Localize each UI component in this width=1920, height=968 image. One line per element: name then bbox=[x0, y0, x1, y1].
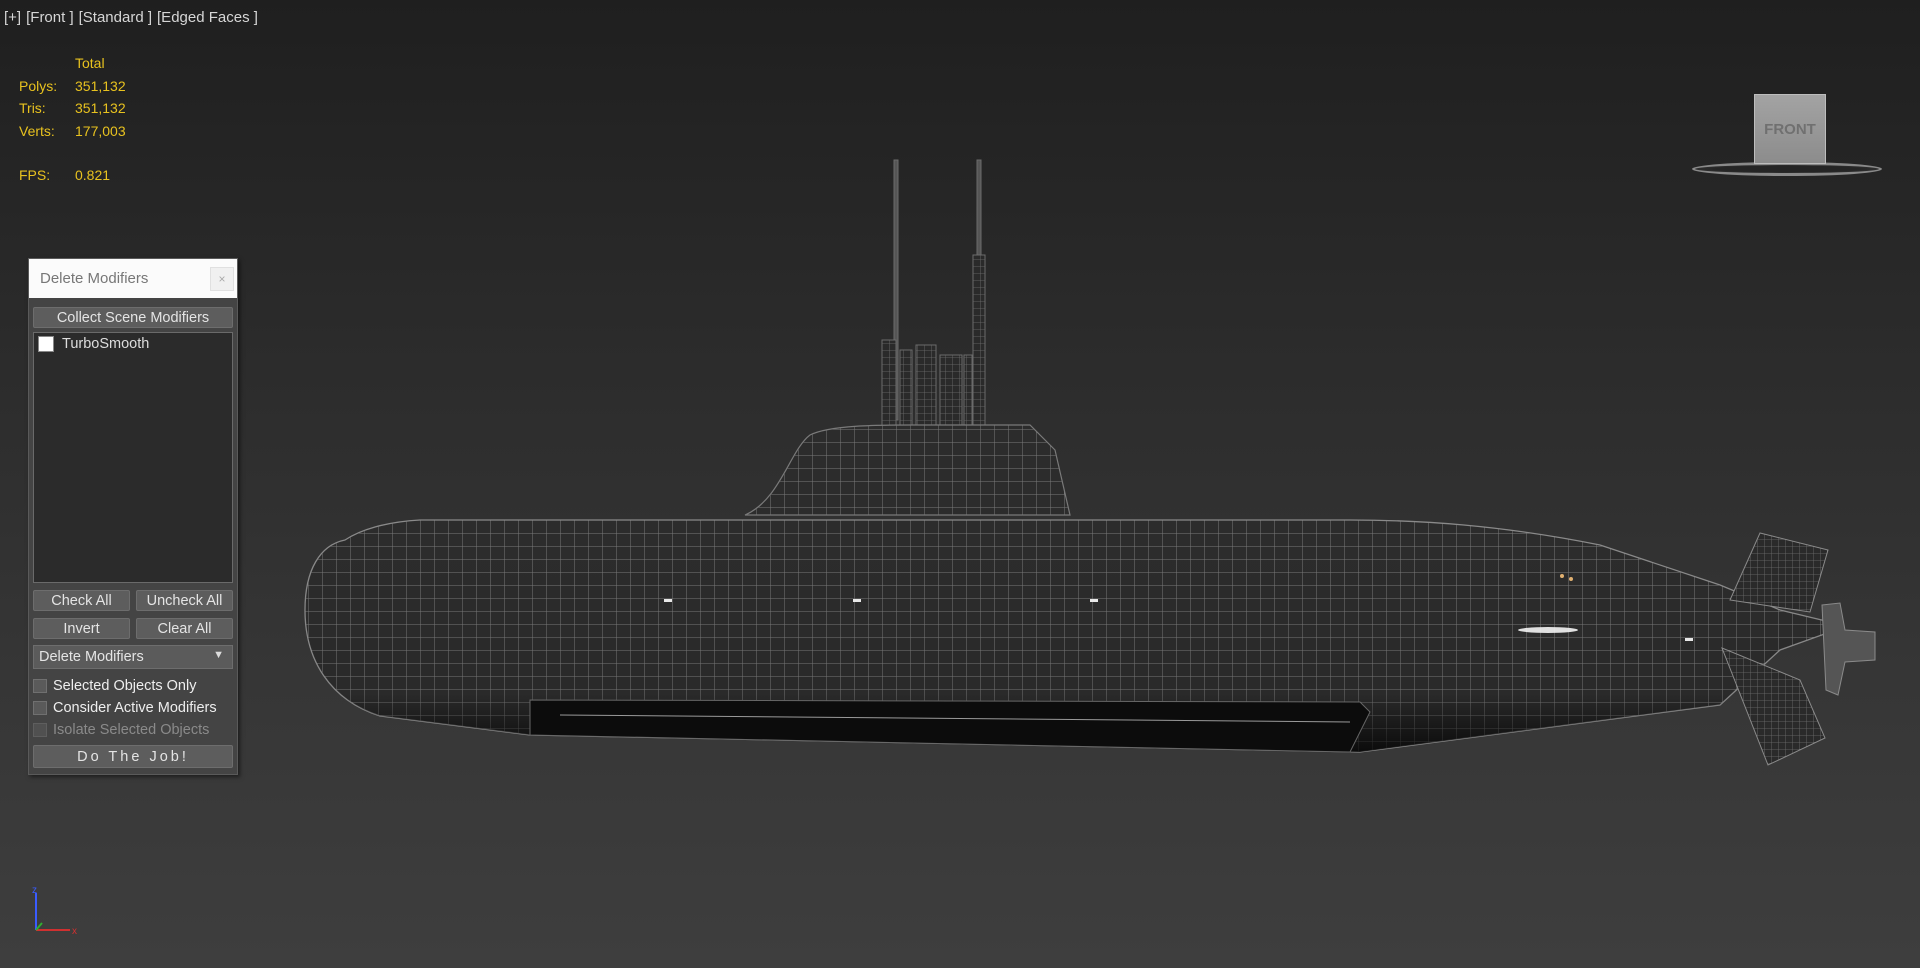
dialog-title: Delete Modifiers bbox=[40, 270, 149, 287]
chevron-down-icon: ▼ bbox=[213, 649, 224, 661]
selected-objects-only-checkbox[interactable] bbox=[33, 679, 47, 693]
mode-dropdown-value: Delete Modifiers bbox=[39, 649, 144, 665]
selected-objects-only-label: Selected Objects Only bbox=[53, 678, 197, 694]
isolate-selected-objects-checkbox bbox=[33, 723, 47, 737]
submarine-propeller bbox=[1821, 602, 1876, 696]
list-item-label: TurboSmooth bbox=[62, 336, 150, 352]
submarine-lower-rudder bbox=[1721, 647, 1826, 766]
collect-scene-modifiers-button[interactable]: Collect Scene Modifiers bbox=[33, 307, 233, 328]
axis-tripod: z x bbox=[32, 885, 77, 935]
modifier-list[interactable]: TurboSmooth bbox=[33, 332, 233, 583]
close-button[interactable]: × bbox=[210, 267, 234, 291]
submarine-upper-rudder bbox=[1729, 532, 1829, 613]
axis-x-label: x bbox=[72, 926, 77, 935]
dialog-title-bar[interactable]: Delete Modifiers × bbox=[29, 259, 237, 298]
do-the-job-button[interactable]: Do The Job! bbox=[33, 745, 233, 768]
delete-modifiers-dialog[interactable]: Delete Modifiers × Collect Scene Modifie… bbox=[28, 258, 238, 775]
consider-active-modifiers-checkbox[interactable] bbox=[33, 701, 47, 715]
submarine-keel bbox=[529, 699, 1371, 753]
mode-dropdown[interactable]: Delete Modifiers ▼ bbox=[33, 645, 233, 669]
isolate-selected-objects-label: Isolate Selected Objects bbox=[53, 722, 210, 738]
invert-button[interactable]: Invert bbox=[33, 618, 130, 639]
submarine-sail bbox=[744, 424, 1071, 516]
close-icon: × bbox=[218, 272, 226, 286]
consider-active-modifiers-option[interactable]: Consider Active Modifiers bbox=[33, 700, 217, 716]
check-all-button[interactable]: Check All bbox=[33, 590, 130, 611]
clear-all-button[interactable]: Clear All bbox=[136, 618, 233, 639]
consider-active-modifiers-label: Consider Active Modifiers bbox=[53, 700, 217, 716]
turbosmooth-checkbox[interactable] bbox=[38, 336, 54, 352]
isolate-selected-objects-option: Isolate Selected Objects bbox=[33, 722, 209, 738]
selected-objects-only-option[interactable]: Selected Objects Only bbox=[33, 678, 196, 694]
axis-z-label: z bbox=[32, 885, 37, 896]
submarine-wireframe-model[interactable] bbox=[0, 0, 1920, 968]
uncheck-all-button[interactable]: Uncheck All bbox=[136, 590, 233, 611]
submarine-masts bbox=[881, 159, 986, 431]
list-item-turbosmooth[interactable]: TurboSmooth bbox=[34, 333, 232, 355]
